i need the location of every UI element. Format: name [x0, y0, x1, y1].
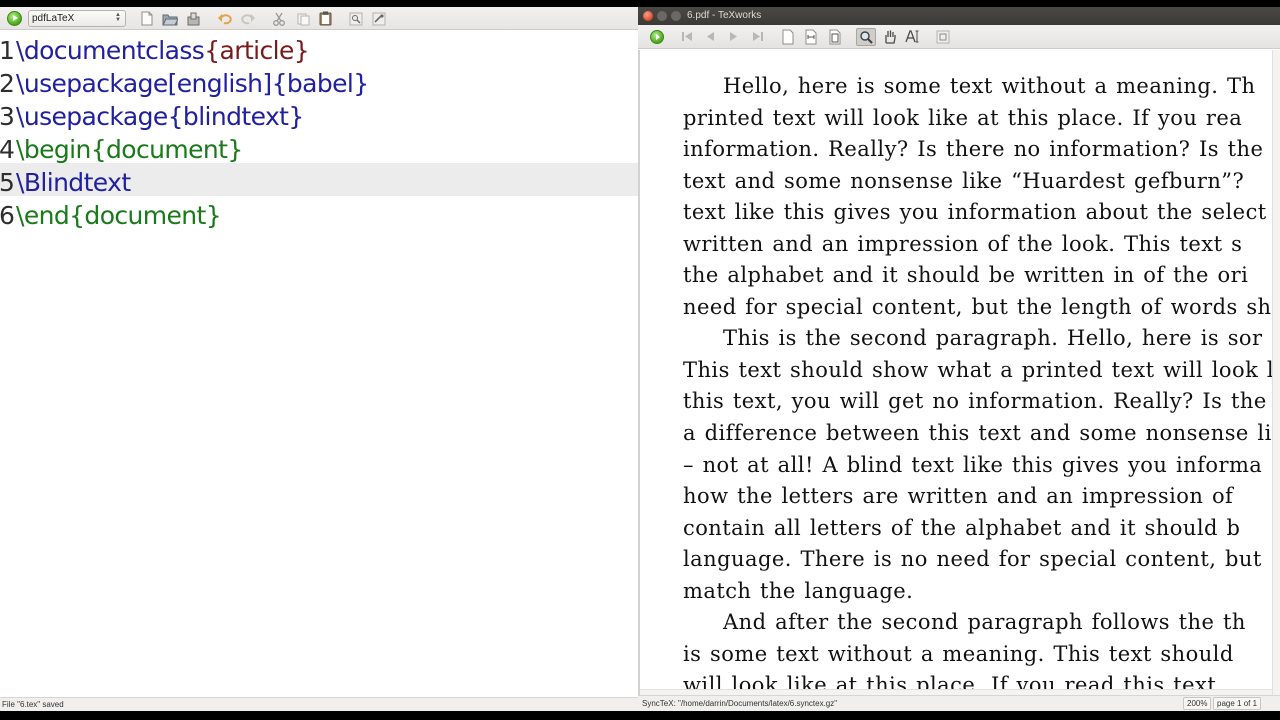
actual-size-icon[interactable] — [779, 28, 797, 45]
previous-page-icon[interactable] — [701, 28, 719, 45]
window-title: 6.pdf - TeXworks — [687, 10, 762, 21]
engine-select[interactable]: pdfLaTeX ▲ ▼ — [28, 10, 126, 27]
code-token: \documentclass — [16, 36, 205, 65]
paste-icon[interactable] — [316, 10, 334, 27]
page-indicator[interactable]: page 1 of 1 — [1213, 697, 1262, 710]
new-file-icon[interactable] — [138, 10, 156, 27]
pdf-text-line: contain all letters of the alphabet and … — [683, 515, 1241, 540]
replace-icon[interactable] — [370, 10, 388, 27]
pdf-text-line: written and an impression of the look. T… — [683, 231, 1243, 256]
pdf-text-line: match the language. — [683, 578, 914, 603]
pdf-text-line: – not at all! A blind text like this giv… — [683, 452, 1263, 477]
first-page-icon[interactable] — [678, 28, 696, 45]
pdf-text-line: This is the second paragraph. Hello, her… — [723, 326, 1263, 351]
code-line[interactable]: 6 \end{document} — [0, 196, 638, 230]
pdf-page-text: Hello, here is some text without a meani… — [683, 71, 1280, 695]
engine-select-value: pdfLaTeX — [32, 13, 75, 24]
cut-icon[interactable] — [270, 10, 288, 27]
window-close-icon[interactable] — [643, 11, 653, 21]
magnify-icon[interactable] — [856, 28, 876, 46]
code-line[interactable]: 2 \usepackage[english]{babel} — [0, 64, 638, 98]
screen-top-edge — [638, 0, 1280, 7]
code-line[interactable]: 3 \usepackage{blindtext} — [0, 97, 638, 131]
pdf-text-line: this text, you will get no information. … — [683, 389, 1267, 414]
zoom-level[interactable]: 200% — [1183, 697, 1212, 710]
code-text: \end{document} — [16, 196, 222, 236]
pdf-text-line: This text should show what a printed tex… — [683, 357, 1275, 382]
pdf-text-line: how the letters are written and an impre… — [683, 484, 1234, 509]
code-token: \end{document} — [16, 201, 222, 230]
code-line[interactable]: 4 \begin{document} — [0, 130, 638, 164]
viewer-status-bar: SyncTeX: "/home/darrin/Documents/latex/6… — [638, 695, 1280, 711]
updown-arrow-icon: ▲ ▼ — [115, 12, 121, 23]
hand-tool-icon[interactable] — [880, 28, 898, 45]
pdf-page-view[interactable]: Hello, here is some text without a meani… — [638, 50, 1280, 695]
select-text-icon[interactable] — [903, 28, 921, 45]
line-number: 6 — [0, 201, 15, 230]
viewer-toolbar — [638, 25, 1280, 49]
open-file-icon[interactable] — [161, 10, 179, 27]
typeset-button[interactable] — [650, 30, 664, 44]
pdf-text-line: language. There is no need for special c… — [683, 547, 1262, 572]
pdf-text-line: text like this gives you information abo… — [683, 200, 1267, 225]
pdf-text-line: need for special content, but the length… — [683, 294, 1272, 319]
code-token: \usepackage[english]{babel} — [16, 69, 369, 98]
screen-bottom-edge — [0, 711, 638, 720]
last-page-icon[interactable] — [749, 28, 767, 45]
pdf-text-line: the alphabet and it should be written in… — [683, 263, 1249, 288]
find-icon[interactable] — [347, 10, 365, 27]
code-line[interactable]: 5 \Blindtext — [0, 163, 638, 197]
code-token: \begin{document} — [16, 135, 243, 164]
pdf-text-line: And after the second paragraph follows t… — [723, 610, 1246, 635]
editor-status-bar: File "6.tex" saved — [0, 697, 638, 711]
go-to-source-icon[interactable] — [934, 28, 952, 45]
window-minimize-icon[interactable] — [657, 11, 667, 21]
pdf-text-line: information. Really? Is there no informa… — [683, 137, 1264, 162]
editor-toolbar: pdfLaTeX ▲ ▼ — [0, 7, 638, 30]
typeset-button[interactable] — [7, 11, 22, 26]
copy-icon[interactable] — [294, 10, 312, 27]
fit-width-icon[interactable] — [802, 28, 820, 45]
fit-window-icon[interactable] — [826, 28, 844, 45]
viewer-left-border — [638, 50, 640, 695]
next-page-icon[interactable] — [725, 28, 743, 45]
pdf-text-line: printed text will look like at this plac… — [683, 105, 1243, 130]
pdf-text-line: Hello, here is some text without a meani… — [723, 74, 1256, 98]
pdf-viewer-window: 6.pdf - TeXworks Hello, here is some tex… — [638, 0, 1280, 720]
source-editor[interactable]: 1 \documentclass{article} 2 \usepackage[eng… — [0, 31, 638, 230]
pdf-text-line: is some text without a meaning. This tex… — [683, 641, 1234, 666]
vertical-scrollbar[interactable] — [1272, 50, 1280, 695]
code-token: \Blindtext — [16, 168, 131, 197]
editor-status-message: File "6.tex" saved — [2, 700, 64, 709]
editor-window: pdfLaTeX ▲ ▼ 1 \documentclass{article} 2… — [0, 0, 638, 720]
screen-bottom-edge — [638, 711, 1280, 720]
synctex-status: SyncTeX: "/home/darrin/Documents/latex/6… — [642, 699, 838, 708]
code-token: \usepackage{blindtext} — [16, 102, 304, 131]
screen-top-edge — [0, 0, 638, 7]
pdf-text-line: text and some nonsense like “Huardest ge… — [683, 168, 1245, 193]
undo-icon[interactable] — [215, 10, 233, 27]
viewer-title-bar: 6.pdf - TeXworks — [638, 7, 1280, 25]
save-file-icon[interactable] — [184, 10, 202, 27]
code-line[interactable]: 1 \documentclass{article} — [0, 31, 638, 65]
redo-icon[interactable] — [239, 10, 257, 27]
window-maximize-icon[interactable] — [671, 11, 681, 21]
pdf-text-line: a difference between this text and some … — [683, 421, 1280, 446]
code-token: {article} — [204, 36, 310, 65]
